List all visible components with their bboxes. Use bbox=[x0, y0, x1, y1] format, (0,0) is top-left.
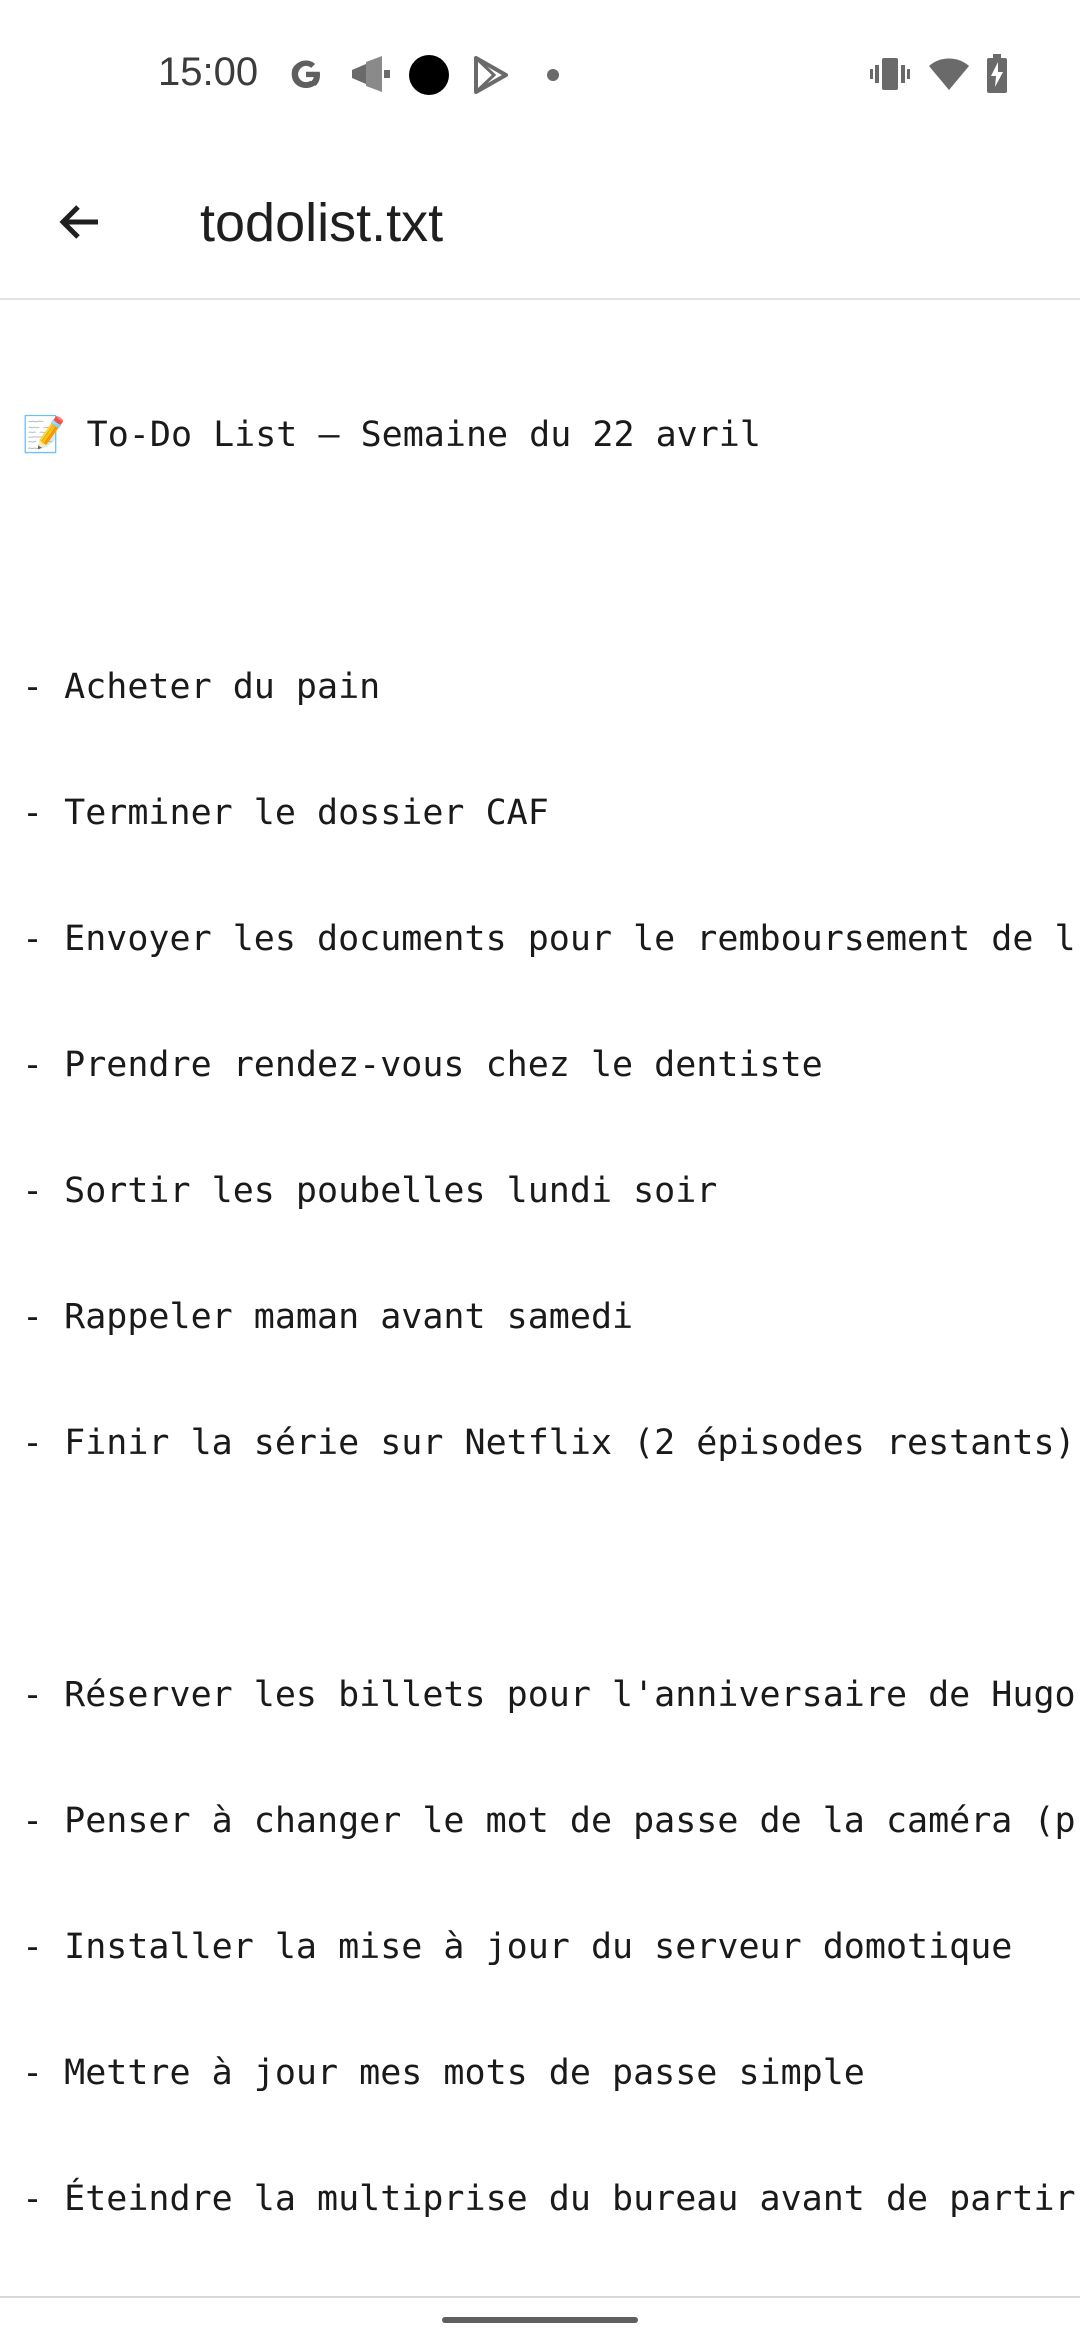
small-dot-icon bbox=[546, 68, 560, 87]
text-line: - Installer la mise à jour du serveur do… bbox=[22, 1927, 1013, 1967]
gesture-navigation-handle[interactable] bbox=[442, 2317, 638, 2323]
text-line-blank bbox=[22, 540, 1076, 582]
status-bar: 15:00 bbox=[0, 0, 1080, 150]
text-line: - Mettre à jour mes mots de passe simple bbox=[22, 2053, 865, 2093]
text-line: - Éteindre la multiprise du bureau avant… bbox=[22, 2179, 1076, 2219]
file-content: 📝 To-Do List – Semaine du 22 avril - Ach… bbox=[22, 330, 1076, 2290]
text-line: - Prendre rendez-vous chez le dentiste bbox=[22, 1045, 823, 1085]
text-line: - Penser à changer le mot de passe de la… bbox=[22, 1801, 1076, 1841]
text-line-heading: 📝 To-Do List – Semaine du 22 avril bbox=[22, 415, 761, 455]
text-line: - Finir la série sur Netflix (2 épisodes… bbox=[22, 1423, 1076, 1463]
text-line: - Acheter du pain bbox=[22, 667, 381, 707]
status-time: 15:00 bbox=[158, 50, 259, 94]
google-icon bbox=[286, 54, 326, 99]
battery-charging-icon bbox=[986, 54, 1008, 99]
app-bar: todolist.txt bbox=[0, 150, 1080, 300]
text-line-blank bbox=[22, 1548, 1076, 1590]
vibrate-icon bbox=[870, 56, 910, 97]
page-title: todolist.txt bbox=[200, 193, 444, 253]
text-line: - Sortir les poubelles lundi soir bbox=[22, 1171, 718, 1211]
back-button[interactable] bbox=[40, 184, 120, 264]
wifi-icon bbox=[928, 56, 970, 97]
text-line: - Envoyer les documents pour le rembours… bbox=[22, 919, 1076, 959]
text-line: - Terminer le dossier CAF bbox=[22, 793, 549, 833]
back-arrow-icon bbox=[54, 196, 106, 253]
play-store-icon bbox=[472, 56, 510, 99]
text-viewer[interactable]: 📝 To-Do List – Semaine du 22 avril - Ach… bbox=[0, 300, 1080, 2290]
text-line: - Rappeler maman avant samedi bbox=[22, 1297, 634, 1337]
megaphone-icon bbox=[348, 56, 390, 97]
bottom-divider bbox=[0, 2296, 1080, 2298]
text-line: - Réserver les billets pour l'anniversai… bbox=[22, 1675, 1076, 1715]
dot-icon bbox=[408, 54, 450, 101]
